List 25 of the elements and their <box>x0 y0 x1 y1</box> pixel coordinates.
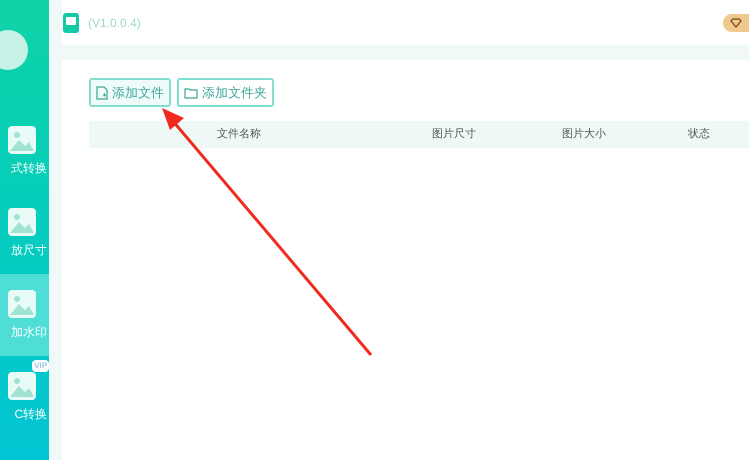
folder-icon <box>184 86 198 98</box>
sidebar-item-label: 加水印 <box>11 324 48 341</box>
sidebar-item-label: 式转换 <box>11 160 48 177</box>
add-folder-button[interactable]: 添加文件夹 <box>177 78 274 107</box>
sidebar-item-label: 放尺寸 <box>11 242 48 259</box>
image-icon <box>7 289 38 319</box>
column-header: 图片大小 <box>561 127 607 142</box>
diamond-icon <box>730 18 742 28</box>
sidebar-item[interactable]: 放尺寸 <box>0 192 50 274</box>
column-header: 文件名称 <box>216 126 262 142</box>
image-icon <box>7 207 38 237</box>
sidebar-item-label: C转换 <box>14 406 48 423</box>
image-icon <box>7 371 38 401</box>
app-logo-icon <box>62 12 80 34</box>
column-header: 状态 <box>687 126 711 142</box>
sidebar-item[interactable]: 式转换 <box>0 110 50 192</box>
sidebar-item[interactable]: VIP C转换 <box>0 356 50 438</box>
vip-button[interactable] <box>723 14 749 32</box>
sidebar-item[interactable]: 加水印 <box>0 274 50 356</box>
image-icon <box>7 125 38 155</box>
vip-badge: VIP <box>32 360 50 372</box>
window-title: (V1.0.0.4) <box>88 14 141 32</box>
add-file-button[interactable]: 添加文件 <box>89 78 171 107</box>
column-header: 图片尺寸 <box>431 127 477 142</box>
file-icon <box>96 86 108 100</box>
